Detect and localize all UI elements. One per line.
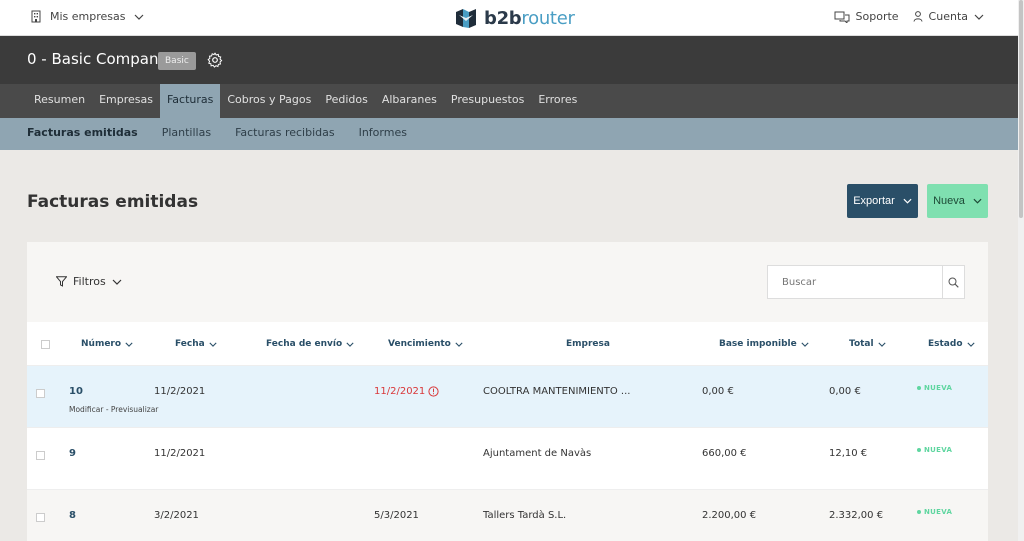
scrollbar-thumb[interactable] (1019, 0, 1023, 218)
chevron-down-icon (112, 279, 122, 285)
account-menu[interactable]: Cuenta (913, 10, 984, 23)
column-empresa[interactable]: Empresa (566, 339, 610, 349)
company-name[interactable]: 0 - Basic Company (27, 50, 167, 68)
filter-icon (56, 276, 67, 287)
search-icon (948, 277, 959, 288)
chevron-down-icon (346, 342, 354, 347)
table-row[interactable]: 10 Modificar - Previsualizar 11/2/2021 1… (27, 366, 988, 428)
new-invoice-button[interactable]: Nueva (927, 184, 988, 218)
new-label: Nueva (933, 195, 965, 207)
column-vencimiento[interactable]: Vencimiento (388, 339, 463, 349)
chevron-down-icon (801, 342, 809, 347)
tab-empresas[interactable]: Empresas (92, 84, 160, 118)
row-checkbox[interactable] (36, 389, 45, 398)
chevron-down-icon (966, 342, 975, 347)
building-icon (31, 10, 41, 23)
chevron-down-icon (877, 342, 886, 347)
total-amount: 12,10 € (829, 448, 868, 459)
plan-badge: Basic (158, 52, 196, 70)
my-companies-label: Mis empresas (50, 10, 126, 23)
b2brouter-logo-icon (456, 9, 476, 28)
support-link[interactable]: Soporte (834, 10, 899, 23)
invoice-date: 11/2/2021 (154, 386, 206, 397)
top-bar: Mis empresas b2brouter Soporte Cuenta (0, 0, 1018, 36)
account-label: Cuenta (928, 10, 968, 23)
column-estado[interactable]: Estado (928, 339, 975, 349)
invoice-number[interactable]: 8 (69, 510, 76, 521)
page-scrollbar[interactable] (1018, 0, 1024, 541)
row-actions[interactable]: Modificar - Previsualizar (69, 405, 158, 414)
invoices-panel: Filtros Número Fecha Fecha de envío Venc… (27, 242, 988, 541)
base-amount: 660,00 € (702, 448, 747, 459)
page-title: Facturas emitidas (27, 192, 199, 212)
chevron-down-icon (455, 342, 463, 347)
search-box (767, 265, 965, 299)
base-amount: 0,00 € (702, 386, 734, 397)
chevron-down-icon (903, 198, 912, 204)
support-label: Soporte (855, 10, 899, 23)
select-all-checkbox[interactable] (41, 340, 50, 349)
invoice-date: 11/2/2021 (154, 448, 206, 459)
subtab-plantillas[interactable]: Plantillas (162, 118, 211, 150)
subtab-facturas-emitidas[interactable]: Facturas emitidas (27, 118, 138, 150)
table-row[interactable]: 9 11/2/2021 Ajuntament de Navàs 660,00 €… (27, 428, 988, 490)
logo-text: b2brouter (484, 7, 575, 29)
company-settings-button[interactable] (207, 52, 223, 72)
tab-albaranes[interactable]: Albaranes (375, 84, 444, 118)
chevron-down-icon (134, 14, 143, 20)
total-amount: 0,00 € (829, 386, 861, 397)
company-cell: Ajuntament de Navàs (483, 448, 592, 459)
my-companies-menu[interactable]: Mis empresas (30, 10, 144, 23)
base-amount: 2.200,00 € (702, 510, 757, 521)
company-bar: 0 - Basic Company Basic (0, 36, 1018, 84)
invoice-number[interactable]: 9 (69, 448, 76, 459)
table-header: Número Fecha Fecha de envío Vencimiento … (27, 322, 988, 366)
subtab-facturas-recibidas[interactable]: Facturas recibidas (235, 118, 335, 150)
filters-toggle[interactable]: Filtros (56, 275, 122, 288)
tab-pedidos[interactable]: Pedidos (318, 84, 375, 118)
tab-facturas[interactable]: Facturas (159, 84, 221, 118)
table-row[interactable]: 8 3/2/2021 5/3/2021 Tallers Tardà S.L. 2… (27, 490, 988, 541)
b2brouter-logo[interactable]: b2brouter (454, 6, 575, 30)
row-checkbox[interactable] (36, 513, 45, 522)
main-nav: Resumen Empresas Facturas Cobros y Pagos… (0, 84, 1018, 118)
subtab-informes[interactable]: Informes (359, 118, 407, 150)
search-input[interactable] (768, 266, 943, 298)
company-cell: Tallers Tardà S.L. (483, 510, 567, 521)
chevron-down-icon (125, 342, 133, 347)
due-date: 11/2/2021 (374, 386, 439, 397)
invoice-date: 3/2/2021 (154, 510, 199, 521)
column-total[interactable]: Total (849, 339, 886, 349)
chat-icon (834, 11, 850, 23)
column-numero[interactable]: Número (81, 339, 133, 349)
status-badge: NUEVA (917, 384, 952, 392)
gear-icon (207, 52, 223, 68)
alert-icon (428, 386, 439, 397)
total-amount: 2.332,00 € (829, 510, 884, 521)
chevron-down-icon (209, 342, 217, 347)
due-date: 5/3/2021 (374, 510, 419, 521)
column-base-imponible[interactable]: Base imponible (719, 339, 809, 349)
sub-nav: Facturas emitidas Plantillas Facturas re… (0, 118, 1018, 150)
row-checkbox[interactable] (36, 451, 45, 460)
tab-presupuestos[interactable]: Presupuestos (444, 84, 531, 118)
company-cell: COOLTRA MANTENIMIENTO ... (483, 386, 631, 397)
status-badge: NUEVA (917, 446, 952, 454)
search-button[interactable] (942, 266, 964, 298)
export-button[interactable]: Exportar (847, 184, 918, 218)
tab-cobros-y-pagos[interactable]: Cobros y Pagos (220, 84, 318, 118)
filters-label: Filtros (73, 275, 106, 288)
tab-resumen[interactable]: Resumen (27, 84, 92, 118)
user-icon (913, 11, 923, 22)
tab-errores[interactable]: Errores (531, 84, 584, 118)
export-label: Exportar (853, 195, 895, 207)
column-fecha[interactable]: Fecha (175, 339, 217, 349)
column-fecha-envio[interactable]: Fecha de envío (266, 339, 354, 349)
status-badge: NUEVA (917, 508, 952, 516)
chevron-down-icon (974, 14, 984, 20)
invoice-number[interactable]: 10 (69, 386, 83, 397)
chevron-down-icon (973, 198, 982, 204)
